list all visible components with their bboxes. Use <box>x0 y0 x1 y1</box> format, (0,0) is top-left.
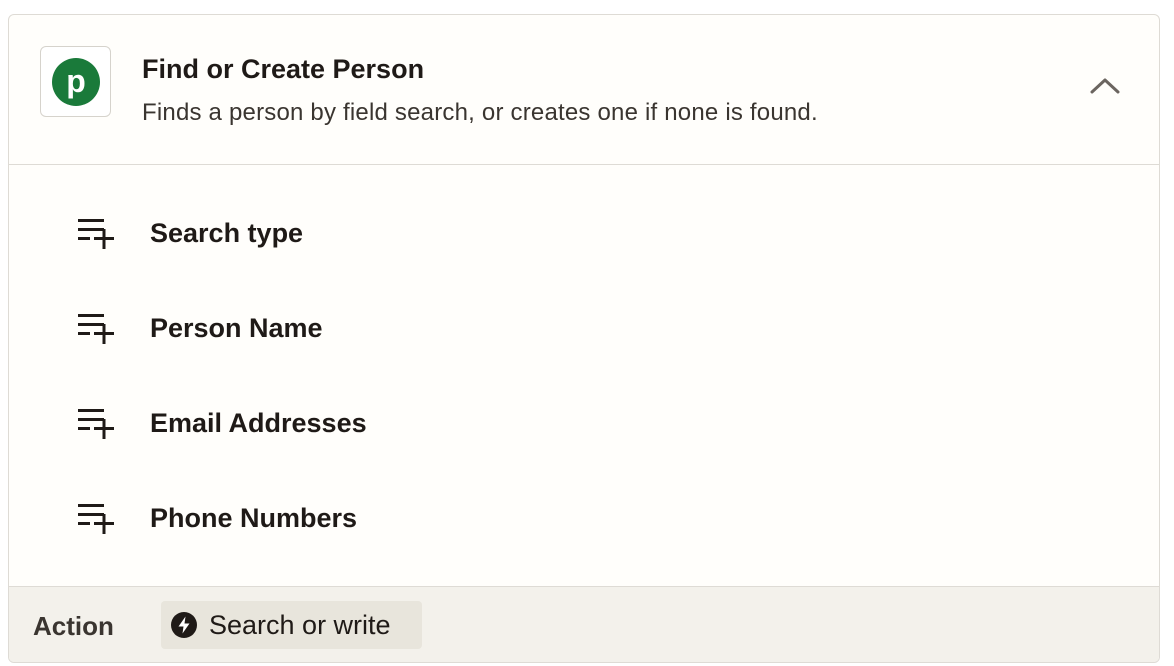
find-or-create-person-card: p Find or Create Person Finds a person b… <box>8 14 1160 663</box>
field-label: Email Addresses <box>150 408 367 438</box>
field-row-phone-numbers[interactable]: Phone Numbers <box>9 488 1159 548</box>
add-field-icon <box>78 409 114 439</box>
add-field-icon <box>78 504 114 534</box>
chevron-up-icon <box>1090 78 1120 94</box>
pipedrive-p-icon: p <box>66 63 86 99</box>
card-header[interactable]: p Find or Create Person Finds a person b… <box>9 15 1159 165</box>
add-field-icon <box>78 314 114 344</box>
lightning-icon <box>171 612 197 638</box>
action-title: Find or Create Person <box>142 54 425 84</box>
field-row-search-type[interactable]: Search type <box>9 203 1159 263</box>
field-label: Phone Numbers <box>150 503 358 533</box>
action-description: Finds a person by field search, or creat… <box>142 99 818 126</box>
pipedrive-logo: p <box>40 46 111 117</box>
action-type-label: Search or write <box>209 609 391 640</box>
field-row-person-name[interactable]: Person Name <box>9 298 1159 358</box>
action-type-chip: Search or write <box>161 601 422 649</box>
field-label: Search type <box>150 218 304 248</box>
field-row-email-addresses[interactable]: Email Addresses <box>9 393 1159 453</box>
collapse-button[interactable] <box>1085 69 1125 101</box>
card-footer: Action Search or write <box>9 586 1159 662</box>
svg-text:p: p <box>66 63 86 99</box>
pipedrive-logo-circle: p <box>51 57 100 106</box>
field-label: Person Name <box>150 313 323 343</box>
add-field-icon <box>78 219 114 249</box>
footer-action-label: Action <box>33 611 114 641</box>
